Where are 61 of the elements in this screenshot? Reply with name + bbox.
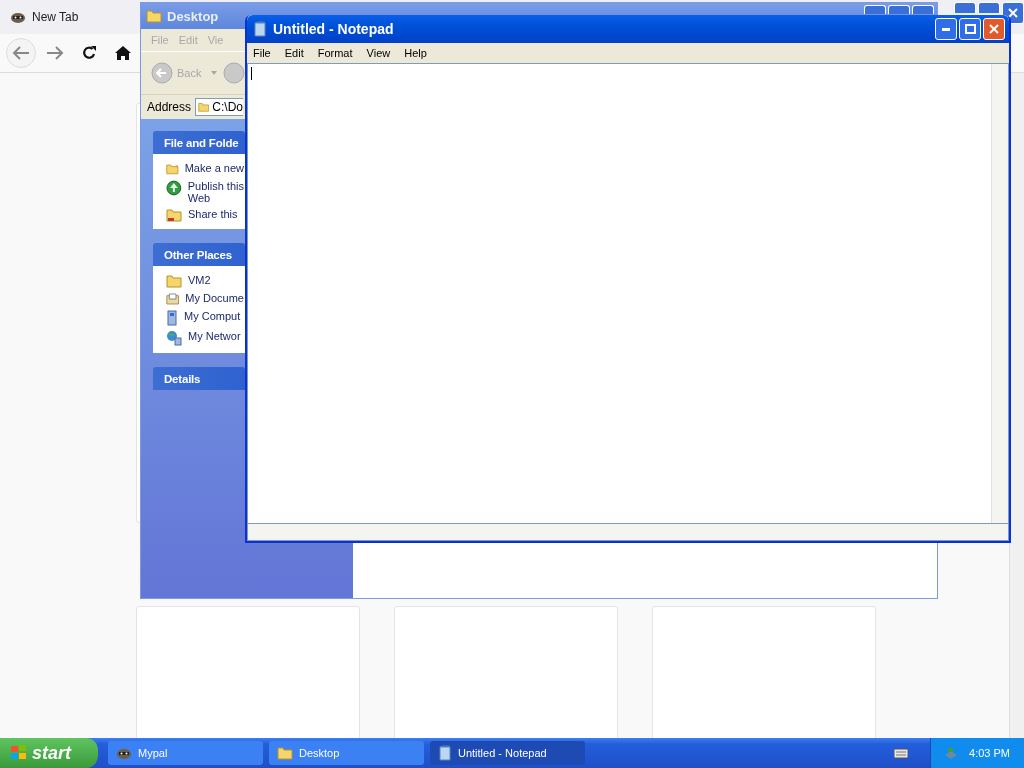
menu-item[interactable]: Help — [404, 47, 427, 59]
horizontal-scrollbar[interactable] — [247, 524, 1009, 541]
taskbar-button[interactable]: Desktop — [269, 741, 424, 765]
notepad-icon — [438, 745, 452, 761]
taskbar-button[interactable]: Untitled - Notepad — [430, 741, 585, 765]
computer-icon — [166, 310, 178, 326]
browser-tab[interactable]: New Tab — [0, 0, 89, 34]
task-link[interactable]: My Comput — [166, 310, 244, 326]
task-link[interactable]: Share this — [166, 208, 244, 222]
window-title: Desktop — [167, 8, 219, 24]
close-icon — [989, 24, 999, 34]
menu-item[interactable]: Edit — [284, 47, 304, 59]
shared-folder-icon — [166, 208, 182, 222]
panel-header[interactable]: Other Places — [153, 243, 245, 266]
keyboard-icon[interactable] — [894, 747, 909, 759]
vertical-scrollbar[interactable] — [991, 64, 1008, 523]
panel-header[interactable]: Details — [153, 367, 245, 390]
taskbar-button[interactable]: Mypal — [108, 741, 263, 765]
minimize-button[interactable] — [864, 5, 886, 14]
task-link[interactable]: Make a new — [166, 162, 244, 176]
folder-icon — [146, 9, 162, 23]
reload-icon — [81, 45, 97, 61]
network-icon — [166, 330, 182, 346]
task-link[interactable]: VM2 — [166, 274, 244, 288]
restore-button[interactable] — [978, 2, 1000, 13]
task-link[interactable]: My Docume — [166, 292, 244, 306]
forward-arrow-icon — [46, 45, 64, 61]
maximize-button[interactable] — [888, 5, 910, 14]
dropdown-arrow-icon — [211, 71, 218, 75]
maximize-icon — [964, 24, 976, 34]
close-button[interactable] — [1002, 2, 1024, 24]
clock: 4:03 PM — [969, 747, 1010, 759]
minimize-button[interactable] — [935, 18, 957, 40]
folder-icon — [198, 100, 210, 114]
close-button[interactable] — [912, 5, 934, 14]
raccoon-icon — [116, 746, 132, 760]
address-label: Address — [147, 100, 192, 114]
window-title: Untitled - Notepad — [273, 21, 394, 37]
maximize-button[interactable] — [959, 18, 981, 40]
raccoon-icon — [10, 10, 26, 24]
close-icon — [1008, 8, 1018, 18]
minimize-icon — [942, 27, 950, 31]
menu-item[interactable]: View — [366, 47, 391, 59]
task-link[interactable]: My Networ — [166, 330, 244, 346]
home-icon — [114, 45, 132, 61]
menu-item[interactable]: File — [253, 47, 271, 59]
notepad-icon — [253, 21, 267, 37]
folder-icon — [166, 274, 182, 288]
scrollbar[interactable] — [1009, 73, 1024, 738]
minimize-button[interactable] — [954, 2, 976, 13]
task-link[interactable]: Publish this Web — [166, 180, 244, 204]
menu-item[interactable]: Format — [317, 47, 353, 59]
folder-icon — [277, 746, 293, 760]
address-field[interactable]: C:\Do — [195, 98, 244, 116]
folder-icon — [166, 162, 179, 176]
panel-header[interactable]: File and Folde — [153, 131, 245, 154]
back-arrow-icon — [12, 45, 30, 61]
documents-folder-icon — [166, 292, 180, 306]
close-button[interactable] — [983, 18, 1005, 40]
windows-logo-icon — [10, 745, 28, 761]
text-cursor — [251, 67, 252, 80]
